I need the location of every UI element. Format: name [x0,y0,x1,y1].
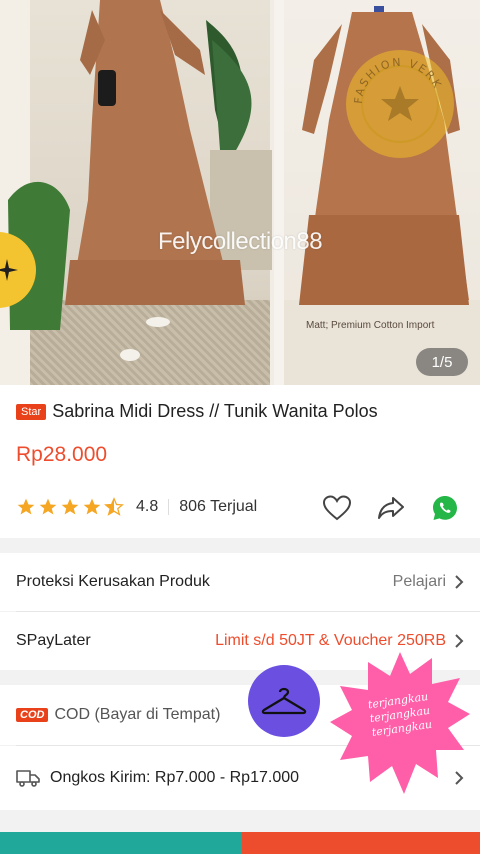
bottom-action-bar [0,832,480,854]
chat-cart-section[interactable] [0,832,242,854]
product-actions [322,493,460,523]
product-price: Rp28.000 [16,443,108,466]
fabric-caption: Matt; Premium Cotton Import [306,320,435,331]
protection-label: Proteksi Kerusakan Produk [16,573,210,590]
truck-icon [16,770,40,787]
star-seller-tag: Star [16,403,47,420]
star-icon [83,498,101,515]
share-icon [378,497,404,519]
hanger-sticker [248,665,320,737]
star-icon [61,498,79,515]
rating-stars [16,497,124,517]
favorite-button[interactable] [322,493,352,523]
cod-tag: COD [16,708,49,722]
share-button[interactable] [376,493,406,523]
rating-row[interactable]: 4.8 806 Terjual [16,497,257,517]
whatsapp-share-button[interactable] [430,493,460,523]
title-row: Star Sabrina Midi Dress // Tunik Wanita … [16,401,378,422]
shipping-cost: Ongkos Kirim: Rp7.000 - Rp17.000 [50,769,300,786]
product-image-gallery[interactable]: FASHION VERK Felycollection88 Matt; Prem… [0,0,480,385]
spaylater-limit-text: Limit s/d 50JT & Voucher 250RB [215,632,446,649]
star-icon [17,498,35,515]
fashion-seal-logo: FASHION VERK [346,50,454,158]
whatsapp-icon [433,496,457,520]
spaylater-action[interactable]: Limit s/d 50JT & Voucher 250RB [215,632,464,650]
star-icon [39,498,57,515]
heart-icon [323,495,351,521]
brand-watermark: Felycollection88 [158,228,323,255]
sold-count: 806 Terjual [179,498,258,515]
spaylater-label: SPayLater [16,632,91,649]
learn-more-link[interactable]: Pelajari [393,573,446,591]
chevron-right-icon [455,634,464,648]
product-info-panel: Star Sabrina Midi Dress // Tunik Wanita … [0,385,480,538]
product-protection-row[interactable]: Proteksi Kerusakan Produk Pelajari [0,553,480,611]
sparkle-icon [0,259,18,281]
model-dress-photo [0,0,272,385]
rating-separator [168,499,170,515]
product-title: Sabrina Midi Dress // Tunik Wanita Polos [52,401,378,421]
image-page-indicator: 1/5 [416,348,468,376]
buy-now-button[interactable] [242,832,480,854]
half-star-icon [104,497,124,516]
hanger-icon [261,687,307,715]
rating-value: 4.8 [136,498,159,515]
protection-action[interactable]: Pelajari [393,573,464,591]
chevron-right-icon [455,575,464,589]
photo-divider [274,0,284,385]
product-page: FASHION VERK Felycollection88 Matt; Prem… [0,0,480,854]
cod-label: COD (Bayar di Tempat) [54,706,221,723]
